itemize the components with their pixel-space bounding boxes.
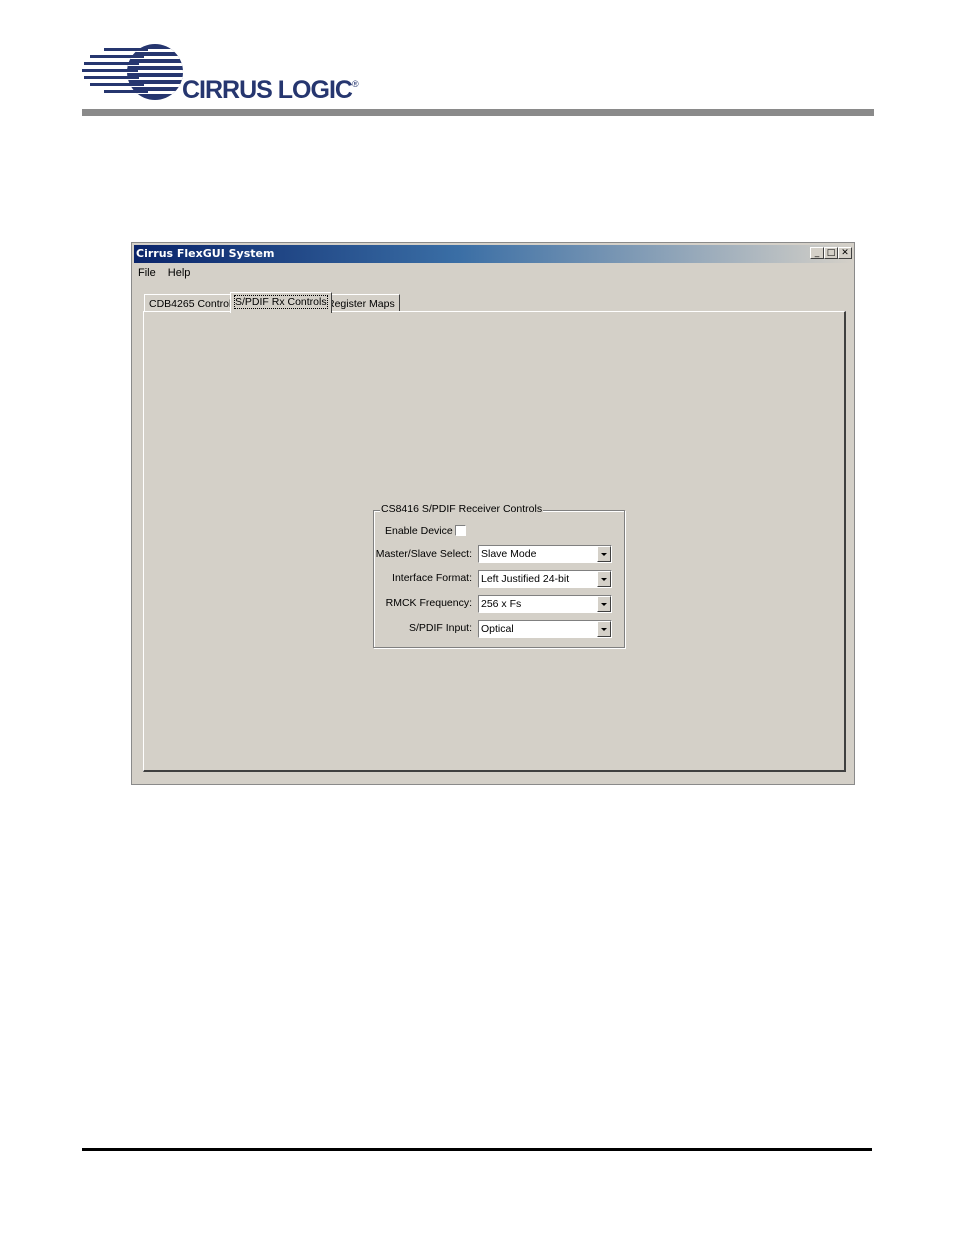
menu-help[interactable]: Help: [164, 265, 196, 279]
group-title: CS8416 S/PDIF Receiver Controls: [380, 503, 544, 515]
interface-format-select[interactable]: Left Justified 24-bit: [478, 570, 612, 588]
spdif-input-label: S/PDIF Input:: [408, 622, 472, 634]
tab-spdif-rx-controls[interactable]: S/PDIF Rx Controls: [230, 292, 332, 313]
spdif-input-select[interactable]: Optical: [478, 620, 612, 638]
spdif-input-value: Optical: [481, 623, 514, 635]
menu-file[interactable]: File: [134, 265, 161, 279]
header-rule: [82, 109, 874, 116]
close-button[interactable]: ✕: [838, 247, 852, 259]
interface-format-value: Left Justified 24-bit: [481, 573, 570, 585]
tab-register-maps[interactable]: Register Maps: [322, 294, 400, 312]
interface-format-label: Interface Format:: [392, 572, 472, 584]
enable-device-label: Enable Device: [385, 525, 453, 537]
tab-cdb4265-controls[interactable]: CDB4265 Controls: [144, 294, 242, 312]
title-bar[interactable]: Cirrus FlexGUI System _ □ ✕: [134, 245, 852, 263]
logo-wordmark: CIRRUS LOGIC®: [182, 76, 359, 104]
chevron-down-icon[interactable]: [597, 571, 611, 587]
chevron-down-icon[interactable]: [597, 546, 611, 562]
chevron-down-icon[interactable]: [597, 596, 611, 612]
maximize-button[interactable]: □: [824, 247, 838, 259]
receiver-controls-group: CS8416 S/PDIF Receiver Controls Enable D…: [373, 503, 625, 648]
footer-rule: [82, 1148, 872, 1151]
tab-panel: CS8416 S/PDIF Receiver Controls Enable D…: [143, 311, 846, 772]
menu-bar: File Help: [134, 265, 195, 283]
rmck-frequency-select[interactable]: 256 x Fs: [478, 595, 612, 613]
rmck-frequency-value: 256 x Fs: [481, 598, 522, 610]
master-slave-value: Slave Mode: [481, 548, 537, 560]
master-slave-label: Master/Slave Select:: [375, 548, 472, 560]
minimize-button[interactable]: _: [810, 247, 824, 259]
enable-device-checkbox[interactable]: [455, 525, 466, 536]
chevron-down-icon[interactable]: [597, 621, 611, 637]
master-slave-select[interactable]: Slave Mode: [478, 545, 612, 563]
window-title: Cirrus FlexGUI System: [136, 247, 275, 260]
rmck-frequency-label: RMCK Frequency:: [385, 597, 472, 609]
app-window: Cirrus FlexGUI System _ □ ✕ File Help CD…: [131, 242, 855, 785]
